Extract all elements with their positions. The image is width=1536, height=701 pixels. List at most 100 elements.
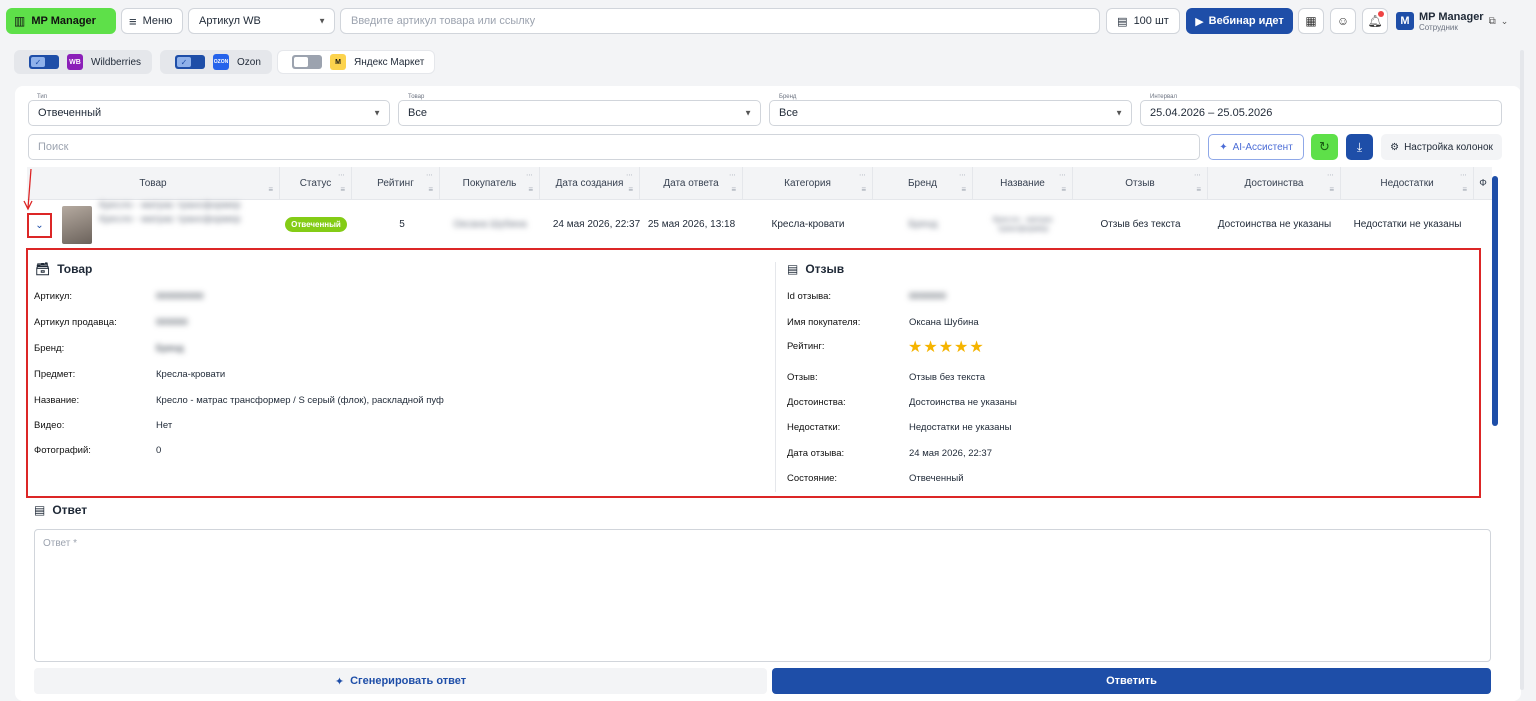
column-header[interactable]: Товар ≡ xyxy=(27,167,280,200)
message-icon: ▤ xyxy=(1117,15,1128,28)
column-header[interactable]: Рейтинг ⋯ ≡ xyxy=(352,167,440,200)
user-menu[interactable]: M MP Manager Сотрудник ⧉ ⌄ xyxy=(1396,6,1530,36)
table-row[interactable]: Кресло - матрас трансформер Кресло - мат… xyxy=(27,200,1492,248)
expand-row-button[interactable]: ⌄ xyxy=(27,213,52,238)
ozon-toggle[interactable]: ✓ xyxy=(175,55,205,69)
page-scrollbar[interactable] xyxy=(1520,50,1524,690)
category-cell: Кресла-кровати xyxy=(771,218,845,230)
chevron-down-icon[interactable]: ⌄ xyxy=(1501,16,1509,27)
state-value: Отвеченный xyxy=(909,473,964,484)
product-filter[interactable]: Все ▼ xyxy=(398,100,761,126)
marketplace-ozon[interactable]: ✓ OZON Ozon xyxy=(160,50,272,74)
menu-button[interactable]: ≡ Меню xyxy=(121,8,183,34)
calendar-button[interactable]: ▦ xyxy=(1298,8,1324,34)
article-type-select[interactable]: Артикул WB ▼ xyxy=(188,8,335,34)
seller-article-label: Артикул продавца: xyxy=(34,317,117,328)
column-header[interactable]: Дата ответа ⋯ ≡ xyxy=(640,167,743,200)
notification-dot xyxy=(1378,11,1384,17)
answered-date-cell: 25 мая 2026, 13:18 xyxy=(647,218,736,230)
detail-divider xyxy=(775,262,776,492)
type-filter[interactable]: Отвеченный ▼ xyxy=(28,100,390,126)
review-count-button[interactable]: ▤ 100 шт xyxy=(1106,8,1180,34)
notifications-button[interactable]: 🔔︎ xyxy=(1362,8,1388,34)
column-header[interactable]: Покупатель ⋯ ≡ xyxy=(440,167,540,200)
pros-label: Достоинства: xyxy=(787,397,846,408)
photos-value: 0 xyxy=(156,445,162,456)
feedback-button[interactable]: ☺ xyxy=(1330,8,1356,34)
review-id-value[interactable]: 0000000 xyxy=(909,291,946,302)
video-value: Нет xyxy=(156,420,173,431)
column-header[interactable]: Категория ⋯ ≡ xyxy=(743,167,873,200)
review-text-label: Отзыв: xyxy=(787,372,818,383)
logo-button[interactable]: ▥ MP Manager xyxy=(6,8,116,34)
review-id-label: Id отзыва: xyxy=(787,291,832,302)
column-header[interactable]: Бренд ⋯ ≡ xyxy=(873,167,973,200)
article-search-input[interactable]: Введите артикул товара или ссылку xyxy=(340,8,1100,34)
column-settings-button[interactable]: ⚙ Настройка колонок xyxy=(1381,134,1502,160)
review-date-label: Дата отзыва: xyxy=(787,448,845,459)
refresh-button[interactable]: ↻ xyxy=(1311,134,1338,160)
review-section-title: ▤ Отзыв xyxy=(787,262,845,276)
pros-value: Достоинства не указаны xyxy=(909,397,1017,408)
webinar-button[interactable]: ▶ Вебинар идет xyxy=(1186,8,1293,34)
product-filter-label: Товар xyxy=(406,94,427,100)
column-header[interactable]: Статус ⋯ ≡ xyxy=(280,167,352,200)
answer-textarea[interactable]: Ответ * xyxy=(34,529,1491,662)
review-date-value: 24 мая 2026, 22:37 xyxy=(909,448,992,459)
user-role: Сотрудник xyxy=(1419,22,1458,32)
avatar: M xyxy=(1396,12,1414,30)
smile-icon: ☺ xyxy=(1336,14,1350,28)
subject-label: Предмет: xyxy=(34,369,76,380)
annotation-arrow-icon xyxy=(23,168,33,211)
sparkle-icon: ✦ xyxy=(334,675,345,688)
comment-icon: ▤ xyxy=(787,262,799,276)
article-value[interactable]: 000000000 xyxy=(156,291,204,302)
cons-cell: Недостатки не указаны xyxy=(1353,218,1462,230)
marketplace-yandex[interactable]: M Яндекс Маркет xyxy=(277,50,436,74)
wildberries-logo-icon: WB xyxy=(67,54,83,70)
column-header[interactable]: Отзыв ⋯ ≡ xyxy=(1073,167,1208,200)
generate-answer-button[interactable]: ✦ Сгенерировать ответ xyxy=(34,668,767,694)
review-text-value: Отзыв без текста xyxy=(909,372,986,383)
ozon-logo-icon: OZON xyxy=(213,54,229,70)
yandex-toggle[interactable] xyxy=(292,55,322,69)
ai-assistant-button[interactable]: ✦ AI-Ассистент xyxy=(1208,134,1304,160)
wildberries-toggle[interactable]: ✓ xyxy=(29,55,59,69)
product-thumbnail[interactable] xyxy=(62,206,92,244)
table-scrollbar[interactable] xyxy=(1492,176,1498,426)
video-icon: ▶ xyxy=(1195,15,1204,28)
chevron-down-icon: ▼ xyxy=(744,108,752,118)
box-icon: 🗃︎ xyxy=(35,262,51,276)
date-interval-label: Интервал xyxy=(1148,94,1179,100)
refresh-icon: ↻ xyxy=(1319,139,1330,154)
download-button[interactable]: ⤓ xyxy=(1346,134,1373,160)
status-badge: Отвеченный xyxy=(285,216,347,232)
column-header[interactable]: Достоинства ⋯ ≡ xyxy=(1208,167,1341,200)
chat-icon: ▤ xyxy=(34,503,46,517)
copy-icon[interactable]: ⧉ xyxy=(1489,16,1496,27)
brand-filter-label: Бренд xyxy=(777,94,799,100)
product-section-title: 🗃︎ Товар xyxy=(35,262,93,276)
column-header[interactable]: Ф xyxy=(1474,167,1492,200)
search-input[interactable]: Поиск xyxy=(28,134,1200,160)
user-name: MP Manager xyxy=(1419,10,1484,23)
product-cell: Кресло - матрас трансформер Кресло - мат… xyxy=(99,200,241,225)
column-header[interactable]: Название ⋯ ≡ xyxy=(973,167,1073,200)
review-cell: Отзыв без текста xyxy=(1100,218,1181,230)
cons-label: Недостатки: xyxy=(787,422,841,433)
reply-button[interactable]: Ответить xyxy=(772,668,1491,694)
chevron-down-icon: ⌄ xyxy=(35,220,44,231)
pros-cell: Достоинства не указаны xyxy=(1217,218,1332,230)
date-interval-field[interactable]: 25.04.2026 – 25.05.2026 xyxy=(1140,100,1502,126)
column-header[interactable]: Недостатки ⋯ ≡ xyxy=(1341,167,1474,200)
marketplace-wildberries[interactable]: ✓ WB Wildberries xyxy=(14,50,153,74)
brand-filter[interactable]: Все ▼ xyxy=(769,100,1132,126)
chevron-down-icon: ▼ xyxy=(318,16,326,26)
column-header[interactable]: Дата создания ⋯ ≡ xyxy=(540,167,640,200)
subject-value: Кресла-кровати xyxy=(156,369,226,380)
article-label: Артикул: xyxy=(34,291,73,302)
seller-article-value[interactable]: 000000 xyxy=(156,317,188,328)
created-date-cell: 24 мая 2026, 22:37 xyxy=(552,218,641,230)
hamburger-icon: ≡ xyxy=(129,13,137,29)
video-label: Видео: xyxy=(34,420,65,431)
